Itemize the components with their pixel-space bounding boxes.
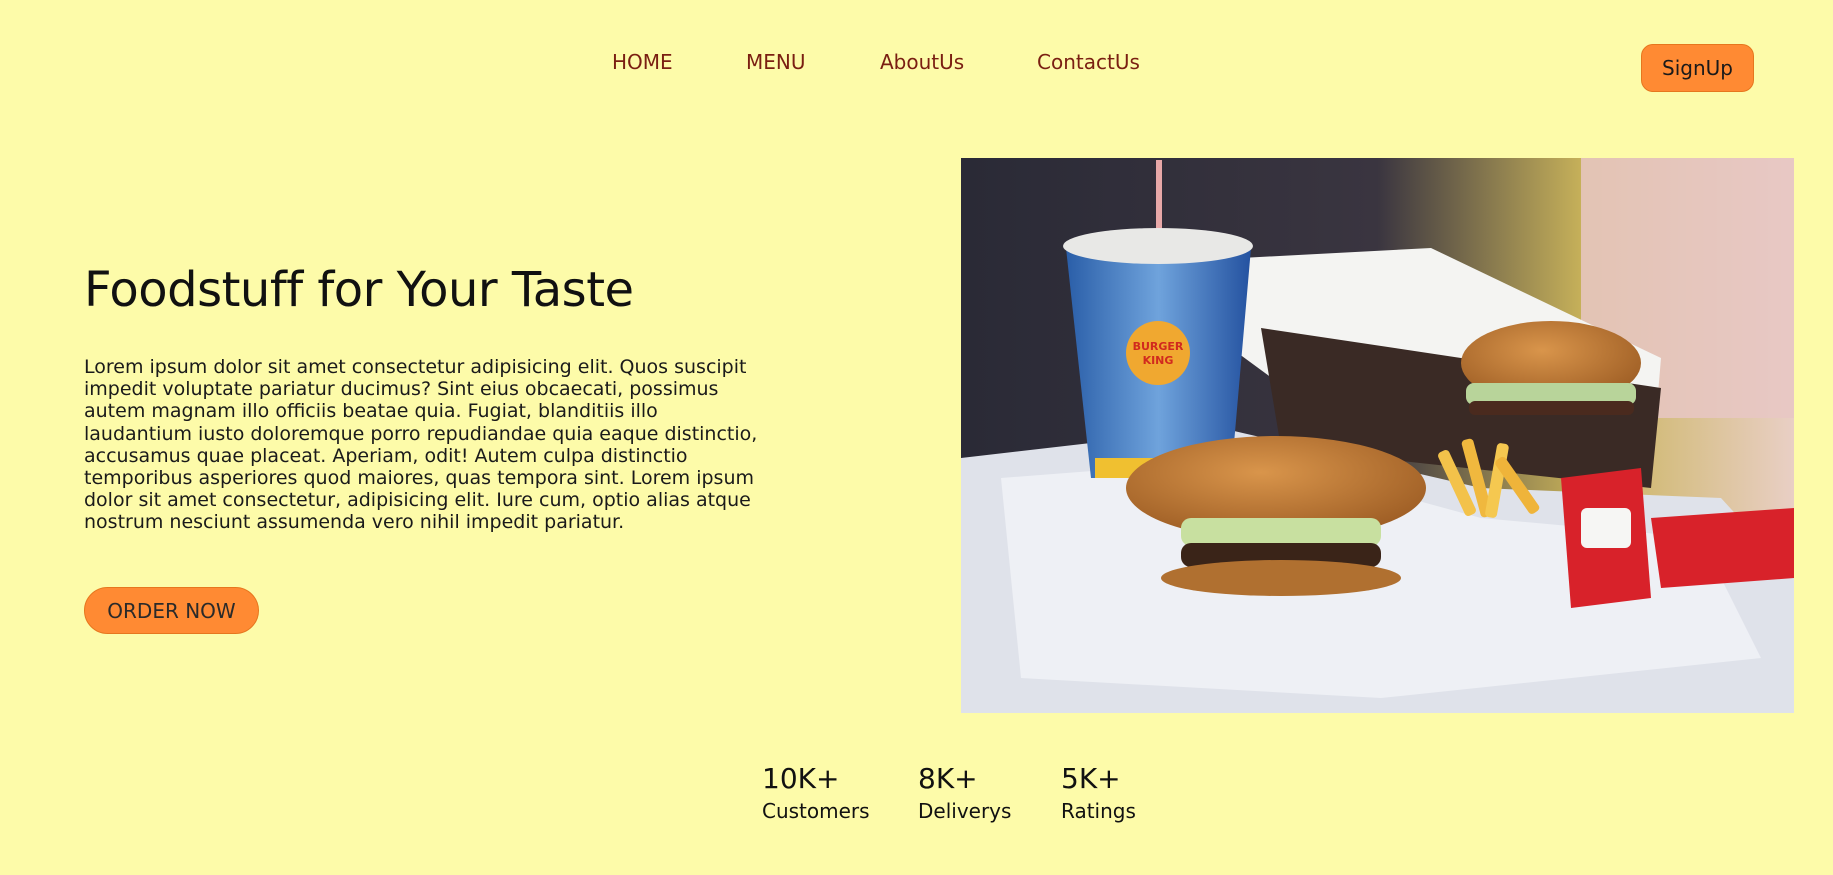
burger-meal-illustration: BURGER KING <box>961 158 1794 713</box>
stat-label: Ratings <box>1061 799 1136 823</box>
stat-customers: 10K+ Customers <box>762 762 870 823</box>
top-nav: HOME MENU AboutUs ContactUs SignUp <box>0 44 1833 92</box>
stat-label: Deliverys <box>918 799 1012 823</box>
nav-links: HOME MENU AboutUs ContactUs <box>612 50 1177 74</box>
nav-link-about-us[interactable]: AboutUs <box>880 50 1037 74</box>
signup-button[interactable]: SignUp <box>1641 44 1754 92</box>
stat-deliveries: 8K+ Deliverys <box>918 762 1011 823</box>
hero-title: Foodstuff for Your Taste <box>84 262 634 318</box>
cup-brand-logo: BURGER <box>1133 340 1184 353</box>
stat-ratings: 5K+ Ratings <box>1061 762 1136 823</box>
nav-link-menu[interactable]: MENU <box>746 50 880 74</box>
nav-link-contact-us[interactable]: ContactUs <box>1037 50 1177 74</box>
svg-text:KING: KING <box>1143 354 1174 367</box>
hero-description: Lorem ipsum dolor sit amet consectetur a… <box>84 356 758 534</box>
stat-value: 10K+ <box>762 762 840 795</box>
hero-food-image: BURGER KING <box>961 158 1794 713</box>
nav-link-home[interactable]: HOME <box>612 50 746 74</box>
stat-value: 5K+ <box>1061 762 1121 795</box>
order-now-button[interactable]: ORDER NOW <box>84 587 259 634</box>
stat-value: 8K+ <box>918 762 978 795</box>
stat-label: Customers <box>762 799 870 823</box>
